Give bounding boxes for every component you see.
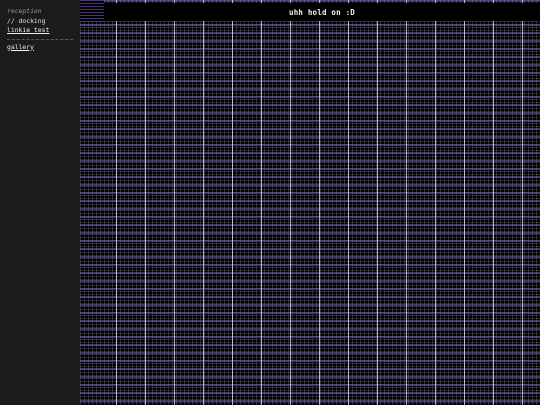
grid-lines [80,0,540,405]
nav-section-reception: reception [7,7,42,15]
nav-link-linkie-test[interactable]: linkie test [7,26,80,36]
loading-text: uhh hold on :D [288,8,355,17]
loading-banner: uhh hold on :D [104,3,540,21]
sidebar-nav: reception // docking linkie test gallery [0,0,80,405]
main-content: uhh hold on :D [80,0,540,405]
page: reception // docking linkie test gallery… [0,0,540,405]
corner-block [80,0,104,22]
nav-divider [7,38,73,40]
nav-item-docking: // docking [7,16,46,25]
nav-link-gallery[interactable]: gallery [7,43,80,53]
